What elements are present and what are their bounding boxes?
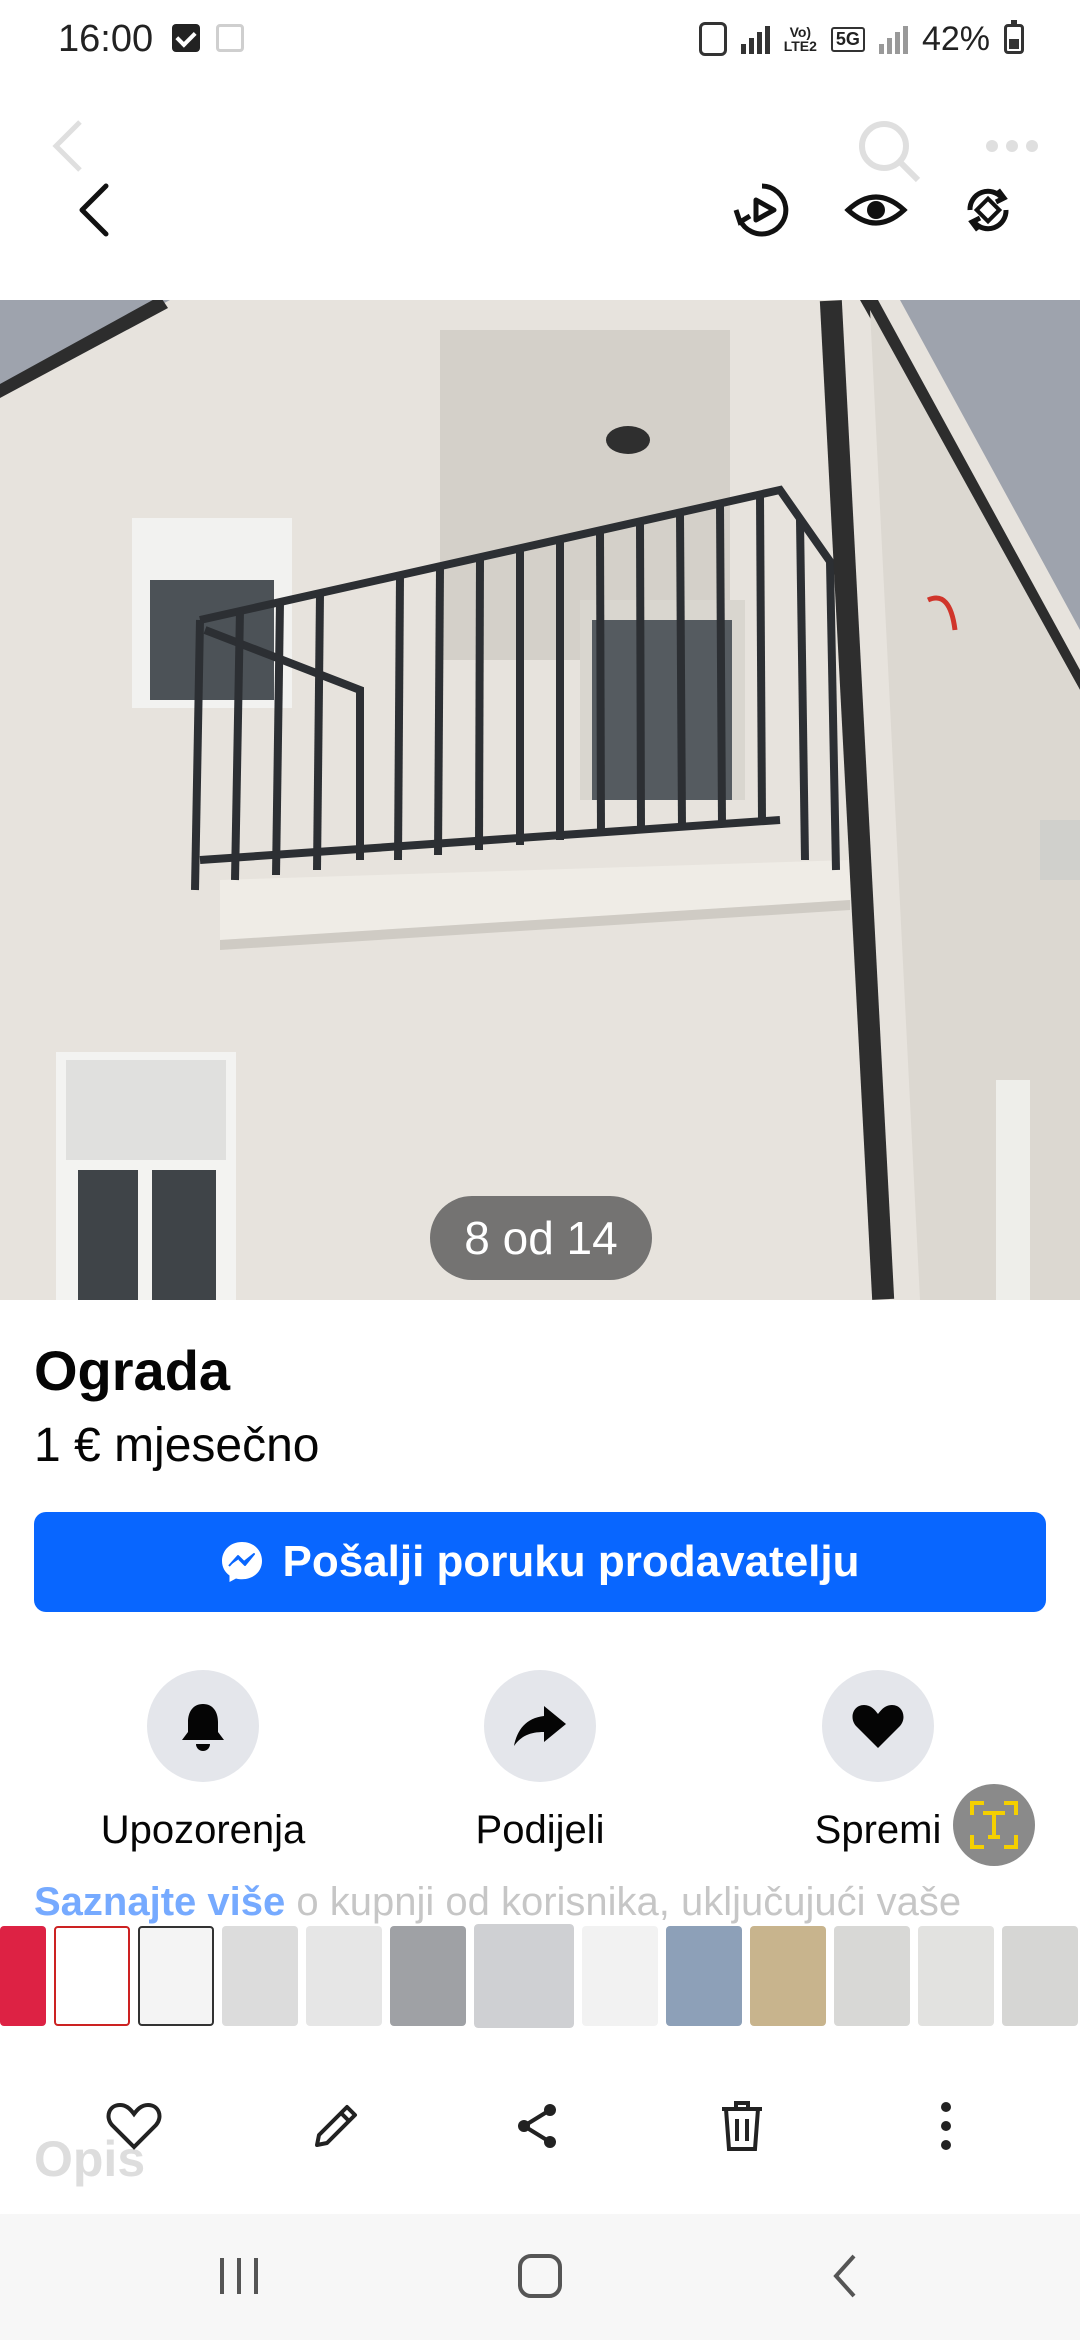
learn-more-rest: o kupnji od korisnika, uključujući vaše	[285, 1880, 962, 1924]
volte-label: Vo)	[789, 24, 812, 40]
thumbnail[interactable]	[834, 1926, 910, 2026]
fiveg-badge: 5G	[830, 26, 865, 52]
thumbnail-active[interactable]	[470, 1924, 578, 2028]
status-bar: 16:00 Vo) LTE2 5G 42%	[0, 0, 1080, 80]
thumbnail[interactable]	[666, 1926, 742, 2026]
status-indicators: Vo) LTE2 5G 42%	[698, 18, 1024, 60]
signal-icon	[740, 24, 770, 54]
rotate-button[interactable]	[948, 170, 1028, 250]
view-button[interactable]	[836, 170, 916, 250]
share-action[interactable]: Podijeli	[390, 1670, 690, 1853]
share-circle[interactable]	[484, 1670, 596, 1782]
lte-label: LTE2	[783, 38, 817, 54]
status-time: 16:00	[58, 18, 154, 60]
edit-button[interactable]	[294, 2084, 378, 2168]
thumbnail[interactable]	[222, 1926, 298, 2026]
share-button[interactable]	[496, 2084, 580, 2168]
favorite-button[interactable]	[92, 2084, 176, 2168]
video-button[interactable]	[722, 170, 802, 250]
recents-button[interactable]	[194, 2236, 284, 2316]
photo-counter: 8 od 14	[430, 1196, 652, 1280]
battery-percent: 42%	[921, 19, 990, 58]
learn-more-link[interactable]: Saznajte više	[34, 1880, 285, 1924]
share-label: Podijeli	[475, 1808, 605, 1852]
volte-indicator: Vo) LTE2	[784, 25, 817, 53]
bell-icon	[182, 1704, 224, 1751]
home-icon	[518, 2254, 562, 2298]
rotate-icon	[967, 188, 1009, 232]
back-nav-icon	[833, 2254, 856, 2298]
delete-button[interactable]	[700, 2084, 784, 2168]
pencil-icon	[315, 2105, 357, 2147]
thumbnail[interactable]	[0, 1926, 46, 2026]
back-button[interactable]	[54, 170, 134, 250]
message-seller-button[interactable]: Pošalji poruku prodavatelju	[34, 1512, 1046, 1612]
listing-price: 1 € mjesečno	[34, 1419, 320, 1472]
ghost-back-icon	[52, 120, 82, 172]
thumbnail[interactable]	[54, 1926, 130, 2026]
thumbnail[interactable]	[390, 1926, 466, 2026]
heart-outline-icon	[106, 2102, 162, 2150]
recycle-icon	[698, 22, 727, 56]
more-options-button[interactable]	[904, 2084, 988, 2168]
save-circle[interactable]	[822, 1670, 934, 1782]
share-arrow-icon	[514, 1706, 566, 1746]
message-seller-label: Pošalji poruku prodavatelju	[282, 1537, 860, 1586]
thumbnail[interactable]	[918, 1926, 994, 2026]
heart-icon	[852, 1705, 904, 1748]
alerts-label: Upozorenja	[100, 1808, 306, 1852]
alerts-action[interactable]: Upozorenja	[53, 1670, 353, 1853]
checkbox-faint-icon	[216, 24, 244, 52]
battery-icon	[1004, 20, 1024, 54]
text-scan-icon	[970, 1801, 1018, 1849]
eye-icon	[844, 194, 908, 226]
checkbox-notification-icon	[172, 24, 200, 52]
thumbnail[interactable]	[582, 1926, 658, 2026]
chevron-left-icon	[79, 183, 109, 237]
back-nav-button[interactable]	[800, 2236, 890, 2316]
play-rotate-icon	[733, 183, 789, 237]
home-button[interactable]	[495, 2236, 585, 2316]
ghost-more-icon	[986, 140, 1038, 152]
share-nodes-icon	[518, 2104, 556, 2148]
balcony-photo-image	[0, 300, 1080, 1300]
trash-icon	[722, 2101, 762, 2151]
thumbnail[interactable]	[1002, 1926, 1078, 2026]
recents-icon	[220, 2258, 258, 2294]
signal-2-icon	[878, 24, 908, 54]
thumbnail[interactable]	[750, 1926, 826, 2026]
messenger-icon	[222, 1542, 263, 1582]
learn-more-peek[interactable]: Saznajte više o kupnji od korisnika, ukl…	[34, 1880, 961, 1925]
thumbnail[interactable]	[306, 1926, 382, 2026]
thumbnail-strip[interactable]	[0, 1924, 1080, 2028]
photo-viewer-header	[0, 80, 1080, 300]
text-recognition-button[interactable]	[953, 1784, 1035, 1866]
alerts-circle[interactable]	[147, 1670, 259, 1782]
more-vertical-icon	[941, 2102, 951, 2150]
thumbnail[interactable]	[138, 1926, 214, 2026]
listing-photo[interactable]	[0, 300, 1080, 1300]
listing-title: Ograda	[34, 1339, 231, 1402]
